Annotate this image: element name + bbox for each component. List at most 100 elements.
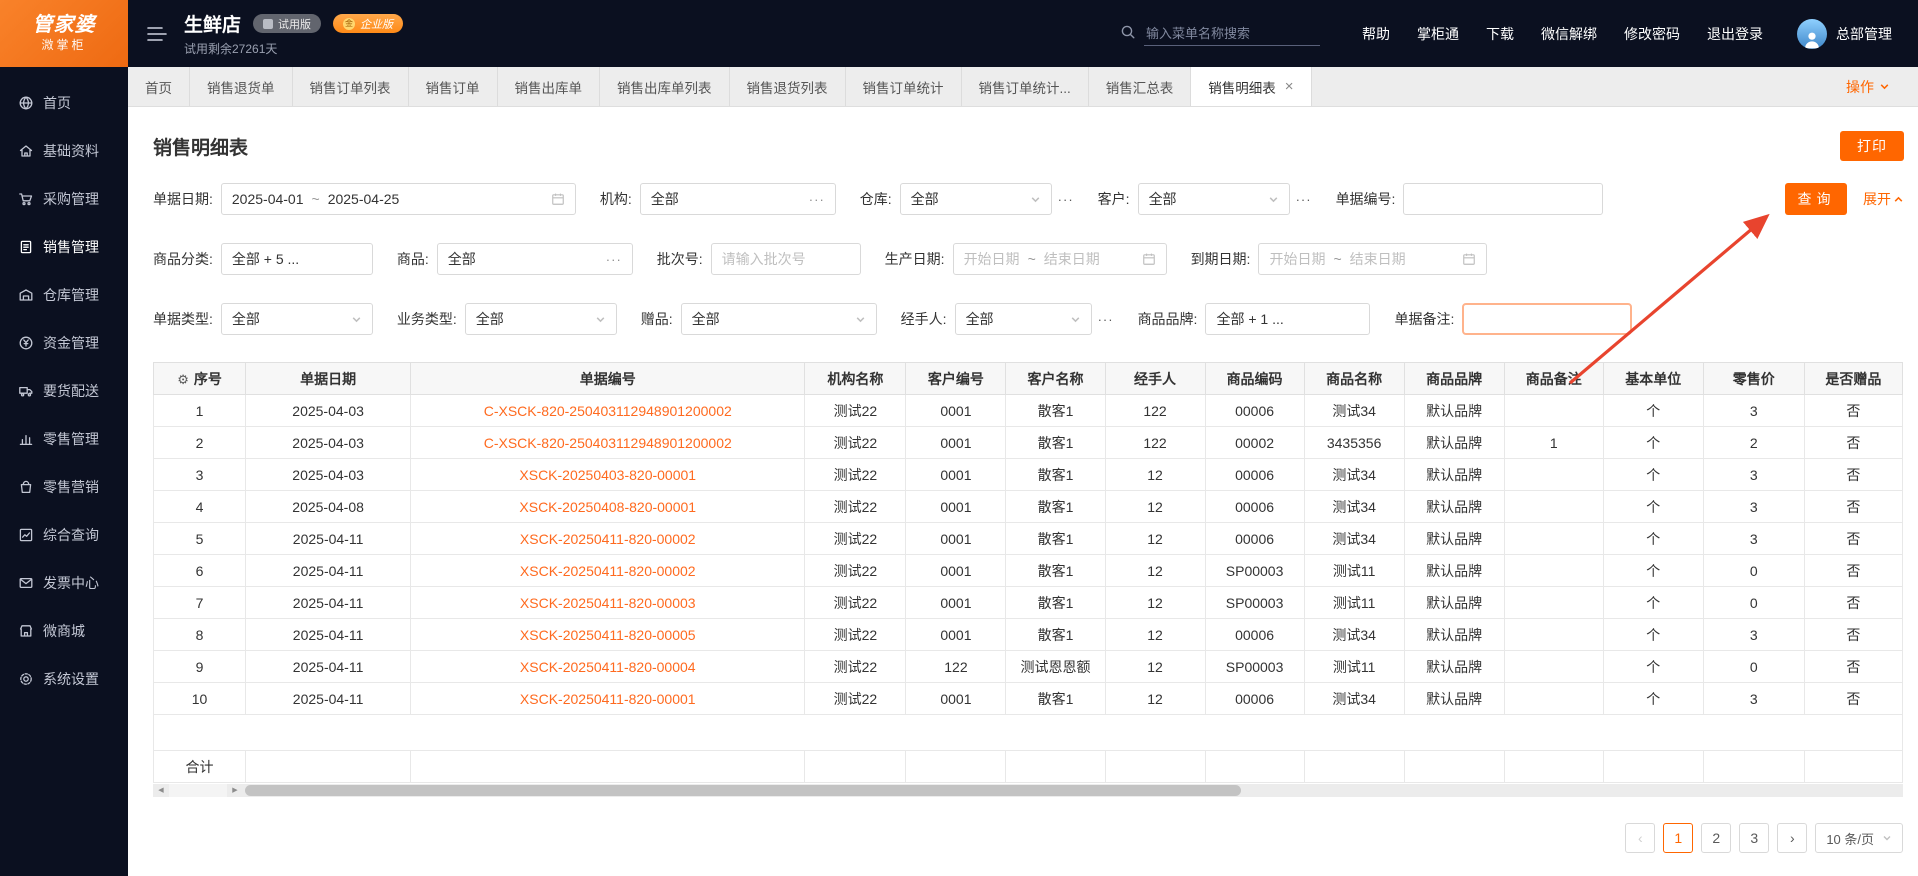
close-icon[interactable]: × (1285, 79, 1294, 94)
header-link-5[interactable]: 退出登录 (1707, 24, 1763, 44)
customer-more-icon[interactable]: ··· (1296, 192, 1312, 207)
sidebar-item-7[interactable]: 零售管理 (0, 415, 128, 463)
header-link-2[interactable]: 下载 (1486, 24, 1514, 44)
scrollbar-thumb[interactable] (245, 785, 1241, 796)
header-link-0[interactable]: 帮助 (1362, 24, 1390, 44)
column-header-3[interactable]: 机构名称 (805, 363, 906, 395)
sidebar-item-2[interactable]: 采购管理 (0, 175, 128, 223)
column-settings-icon[interactable]: ⚙ (177, 372, 189, 387)
biz-type-select[interactable]: 全部 (465, 303, 617, 335)
column-header-1[interactable]: 单据日期 (246, 363, 411, 395)
column-header-8[interactable]: 商品名称 (1304, 363, 1404, 395)
warehouse-select[interactable]: 全部 (900, 183, 1052, 215)
tab-1[interactable]: 销售退货单 (190, 67, 293, 106)
tab-3[interactable]: 销售订单 (409, 67, 498, 106)
sidebar-item-11[interactable]: 微商城 (0, 607, 128, 655)
column-header-4[interactable]: 客户编号 (906, 363, 1006, 395)
batch-no-input[interactable] (711, 243, 861, 275)
doc-date-end[interactable]: 2025-04-25 (328, 191, 400, 207)
doc-date-start[interactable]: 2025-04-01 (232, 191, 304, 207)
tab-5[interactable]: 销售出库单列表 (600, 67, 730, 106)
doc-number-link[interactable]: C-XSCK-820-250403112948901200002 (411, 427, 805, 459)
product-cat-select[interactable]: 全部 + 5 ... (221, 243, 373, 275)
doc-date-range-picker[interactable]: 2025-04-01 ~ 2025-04-25 (221, 183, 576, 215)
doc-number-link[interactable]: XSCK-20250408-820-00001 (411, 491, 805, 523)
tab-10[interactable]: 销售明细表× (1191, 67, 1311, 106)
sidebar-item-3[interactable]: 销售管理 (0, 223, 128, 271)
brand-select[interactable]: 全部 + 1 ... (1205, 303, 1370, 335)
query-button[interactable]: 查询 (1785, 183, 1847, 215)
sidebar-item-5[interactable]: 资金管理 (0, 319, 128, 367)
print-button[interactable]: 打印 (1840, 131, 1904, 161)
org-more-icon[interactable]: ··· (809, 192, 825, 207)
doc-number-link[interactable]: XSCK-20250411-820-00002 (411, 523, 805, 555)
doc-number-link[interactable]: XSCK-20250411-820-00004 (411, 651, 805, 683)
org-select[interactable]: 全部 ··· (640, 183, 836, 215)
column-header-10[interactable]: 商品备注 (1504, 363, 1603, 395)
sidebar-item-8[interactable]: 零售营销 (0, 463, 128, 511)
expand-toggle[interactable]: 展开 (1863, 189, 1904, 209)
app-logo[interactable]: 管家婆 溦掌柜 (0, 0, 128, 67)
sidebar-item-6[interactable]: 要货配送 (0, 367, 128, 415)
tab-9[interactable]: 销售汇总表 (1089, 67, 1192, 106)
expire-date-range-picker[interactable]: 开始日期 ~ 结束日期 (1258, 243, 1487, 275)
doc-remark-input[interactable] (1462, 303, 1632, 335)
doc-number-link[interactable]: XSCK-20250411-820-00005 (411, 619, 805, 651)
scrollbar-track[interactable] (243, 784, 1903, 797)
column-header-2[interactable]: 单据编号 (411, 363, 805, 395)
gift-select[interactable]: 全部 (681, 303, 877, 335)
handler-more-icon[interactable]: ··· (1098, 312, 1114, 327)
menu-search-input[interactable] (1144, 22, 1320, 46)
doc-number-link[interactable]: XSCK-20250403-820-00001 (411, 459, 805, 491)
customer-select[interactable]: 全部 (1138, 183, 1290, 215)
trial-badge[interactable]: 试用版 (253, 14, 321, 33)
scrollbar-mini-track[interactable] (169, 784, 227, 797)
sidebar-item-4[interactable]: 仓库管理 (0, 271, 128, 319)
page-button-1[interactable]: 1 (1663, 823, 1693, 853)
sidebar-item-9[interactable]: 综合查询 (0, 511, 128, 559)
warehouse-more-icon[interactable]: ··· (1058, 192, 1074, 207)
tab-8[interactable]: 销售订单统计... (962, 67, 1089, 106)
column-header-0[interactable]: ⚙序号 (154, 363, 246, 395)
scroll-left-button[interactable]: ◀ (153, 784, 169, 797)
page-button-2[interactable]: 2 (1701, 823, 1731, 853)
user-block[interactable]: 总部管理 (1797, 19, 1892, 49)
tab-6[interactable]: 销售退货列表 (730, 67, 846, 106)
handler-select[interactable]: 全部 (955, 303, 1092, 335)
doc-number-link[interactable]: XSCK-20250411-820-00002 (411, 555, 805, 587)
horizontal-scrollbar[interactable]: ◀ ▶ (153, 783, 1903, 797)
column-header-6[interactable]: 经手人 (1105, 363, 1205, 395)
doc-number-link[interactable]: XSCK-20250411-820-00003 (411, 587, 805, 619)
sidebar-item-1[interactable]: 基础资料 (0, 127, 128, 175)
sidebar-item-12[interactable]: 系统设置 (0, 655, 128, 703)
page-prev-button[interactable]: ‹ (1625, 823, 1655, 853)
header-link-3[interactable]: 微信解绑 (1541, 24, 1597, 44)
hamburger-menu-icon[interactable] (146, 25, 168, 43)
sidebar-item-10[interactable]: 发票中心 (0, 559, 128, 607)
tab-7[interactable]: 销售订单统计 (846, 67, 962, 106)
column-header-7[interactable]: 商品编码 (1205, 363, 1304, 395)
page-next-button[interactable]: › (1777, 823, 1807, 853)
page-button-3[interactable]: 3 (1739, 823, 1769, 853)
header-link-1[interactable]: 掌柜通 (1417, 24, 1459, 44)
tab-4[interactable]: 销售出库单 (498, 67, 601, 106)
header-link-4[interactable]: 修改密码 (1624, 24, 1680, 44)
tab-0[interactable]: 首页 (128, 67, 190, 106)
column-header-5[interactable]: 客户名称 (1006, 363, 1105, 395)
column-header-9[interactable]: 商品品牌 (1404, 363, 1504, 395)
prod-date-range-picker[interactable]: 开始日期 ~ 结束日期 (953, 243, 1167, 275)
action-dropdown[interactable]: 操作 (1818, 67, 1918, 106)
doc-number-link[interactable]: C-XSCK-820-250403112948901200002 (411, 395, 805, 427)
column-header-11[interactable]: 基本单位 (1603, 363, 1703, 395)
product-select[interactable]: 全部 ··· (437, 243, 633, 275)
column-header-13[interactable]: 是否赠品 (1804, 363, 1902, 395)
doc-type-select[interactable]: 全部 (221, 303, 373, 335)
page-size-select[interactable]: 10 条/页 (1815, 823, 1903, 853)
enterprise-badge[interactable]: 金 企业版 (333, 14, 403, 33)
column-header-12[interactable]: 零售价 (1703, 363, 1804, 395)
product-more-icon[interactable]: ··· (606, 252, 622, 267)
tab-2[interactable]: 销售订单列表 (293, 67, 409, 106)
scroll-right-button[interactable]: ▶ (227, 784, 243, 797)
doc-number-link[interactable]: XSCK-20250411-820-00001 (411, 683, 805, 715)
doc-no-input[interactable] (1403, 183, 1603, 215)
